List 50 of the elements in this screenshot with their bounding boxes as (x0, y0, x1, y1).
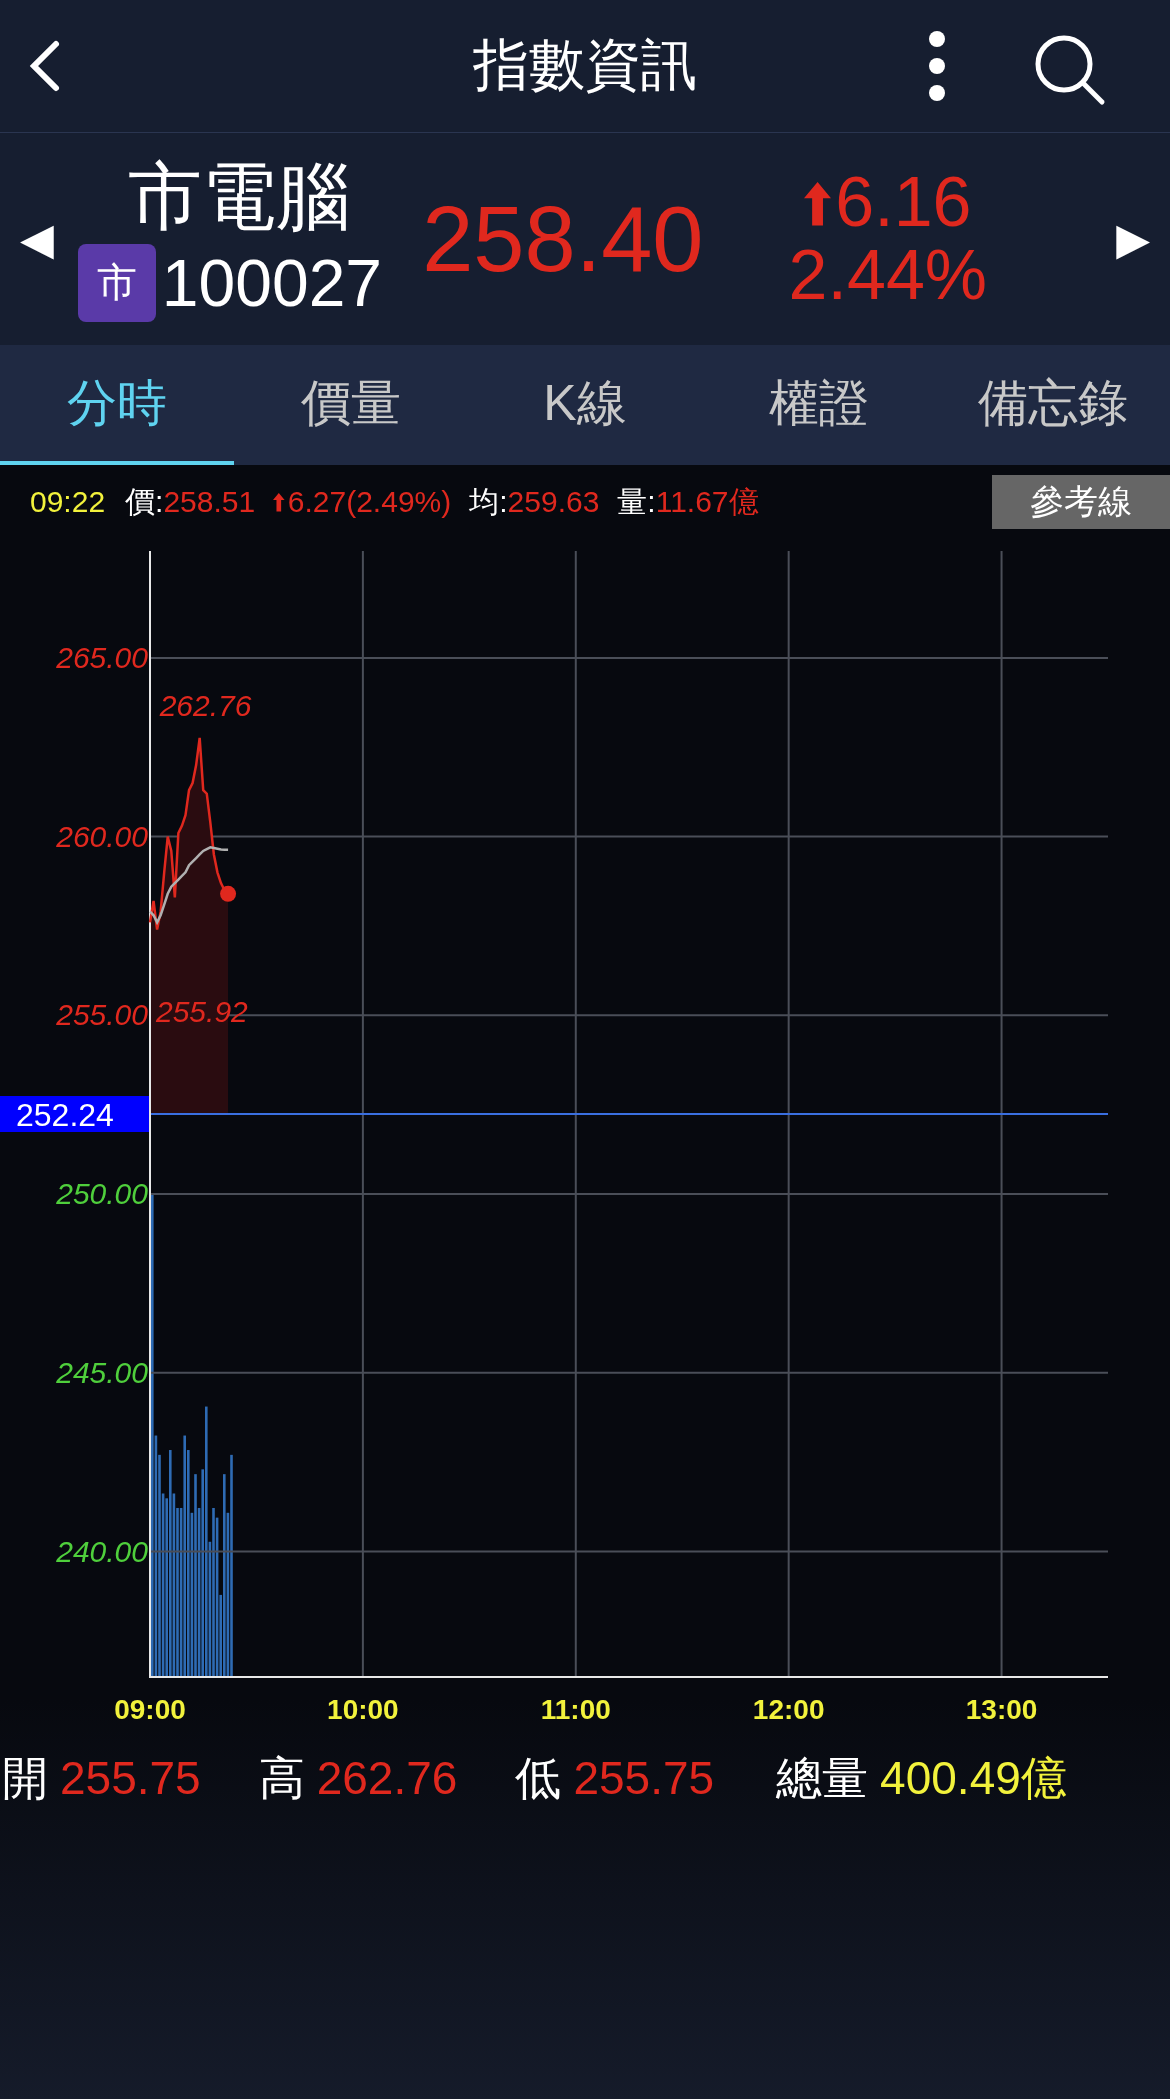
reference-price: 252.24 (0, 1096, 150, 1133)
y-axis-label: 240.00 (56, 1534, 148, 1568)
up-arrow-icon (804, 182, 832, 226)
window-title: 指數資訊 (473, 32, 697, 98)
price-value: 258.51 (163, 485, 256, 519)
tab[interactable]: K線 (468, 345, 702, 465)
y-axis-label: 260.00 (56, 819, 148, 853)
volume-label: 量: (617, 483, 656, 520)
x-axis-label: 10:00 (327, 1694, 399, 1723)
summary-label: 低 (515, 1751, 562, 1806)
previous-button[interactable]: ◀ (20, 217, 54, 261)
index-price: 258.40 (421, 186, 705, 292)
low-price-label: 255.92 (156, 994, 248, 1028)
reference-line-button[interactable]: 參考線 (992, 475, 1170, 529)
tab[interactable]: 權證 (702, 345, 936, 465)
price-change: 6.27(2.49%) (273, 485, 452, 519)
search-icon[interactable] (1034, 34, 1106, 106)
summary-value: 262.76 (316, 1751, 458, 1805)
high-price-label: 262.76 (159, 688, 252, 722)
last-price-dot (220, 885, 237, 902)
tab[interactable]: 備忘錄 (936, 345, 1170, 465)
summary-value: 255.75 (60, 1751, 201, 1805)
x-axis-label: 09:00 (114, 1694, 186, 1723)
x-axis-label: 12:00 (752, 1694, 825, 1723)
volume-value: 11.67億 (655, 483, 759, 520)
x-axis-label: 13:00 (965, 1694, 1038, 1723)
summary-label: 開 (2, 1751, 48, 1806)
y-axis-label: 255.00 (56, 998, 148, 1032)
tab[interactable]: 分時 (0, 345, 234, 465)
price-label: 價: (125, 483, 164, 520)
up-arrow-icon (273, 493, 285, 512)
market-badge: 市 (77, 243, 156, 322)
y-axis-label: 265.00 (56, 640, 148, 674)
y-axis-label: 250.00 (56, 1177, 148, 1211)
index-name: 市電腦 (127, 156, 350, 238)
x-axis-label: 11:00 (540, 1694, 611, 1723)
change-percent: 2.44% (788, 239, 988, 313)
average-label: 均: (469, 483, 508, 520)
average-value: 259.63 (507, 485, 600, 519)
summary-value: 255.75 (573, 1751, 715, 1805)
summary-value: 400.49億 (880, 1751, 1067, 1806)
index-code: 100027 (161, 244, 383, 321)
price-change: 6.16 (804, 165, 972, 239)
y-axis-label: 245.00 (56, 1355, 148, 1389)
ref-line-label: 252.24 (16, 1097, 114, 1133)
summary-label: 高 (258, 1751, 305, 1806)
next-button[interactable]: ▶ (1116, 217, 1150, 261)
tab[interactable]: 價量 (234, 345, 468, 465)
summary-label: 總量 (776, 1751, 869, 1806)
time-label: 09:22 (30, 485, 106, 519)
